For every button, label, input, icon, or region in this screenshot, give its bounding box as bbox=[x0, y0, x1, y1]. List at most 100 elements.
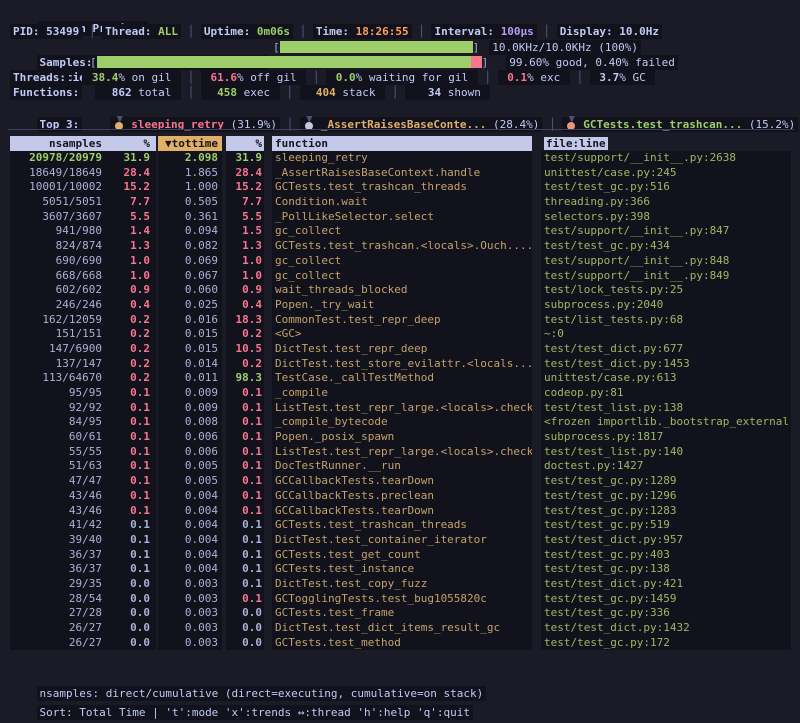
percent-cumulative-cell: 0.1 bbox=[226, 548, 264, 563]
info-bar: PID: 53499 │ Thread: ALL │ Uptime: 0m06s… bbox=[10, 24, 662, 39]
function-cell: GCTests.test_trashcan.<locals>.Ouch.... bbox=[272, 239, 532, 254]
function-cell: _AssertRaisesBaseContext.handle bbox=[272, 166, 532, 181]
file-line-cell: test/test_gc.py:172 bbox=[541, 636, 791, 651]
function-cell: TestCase._callTestMethod bbox=[272, 371, 532, 386]
table-row[interactable]: 60/610.10.0060.1Popen._posix_spawnsubpro… bbox=[0, 430, 800, 445]
function-cell: gc_collect bbox=[272, 254, 532, 269]
table-row[interactable]: 36/370.10.0040.1GCTests.test_instancetes… bbox=[0, 562, 800, 577]
table-row[interactable]: 51/630.10.0050.1DocTestRunner.__rundocte… bbox=[0, 459, 800, 474]
efficiency-line: Efficiency:[]99.60% good, 0.40% failed bbox=[10, 55, 796, 70]
table-row[interactable]: 92/920.10.0090.1ListTest.test_repr_large… bbox=[0, 401, 800, 416]
table-row[interactable]: 43/460.10.0040.1GCCallbackTests.preclean… bbox=[0, 489, 800, 504]
table-row[interactable]: 26/270.00.0030.0DictTest.test_dict_items… bbox=[0, 621, 800, 636]
nsamples-cell: 95/95 bbox=[10, 386, 106, 401]
file-line-cell: unittest/case.py:613 bbox=[541, 371, 791, 386]
nsamples-cell: 41/42 bbox=[10, 518, 106, 533]
table-row[interactable]: 3607/36075.50.3615.5_PollLikeSelector.se… bbox=[0, 210, 800, 225]
function-cell: GCCallbackTests.tearDown bbox=[272, 474, 532, 489]
table-row[interactable]: 55/550.10.0060.1ListTest.test_repr_large… bbox=[0, 445, 800, 460]
table-row[interactable]: 941/9801.40.0941.5gc_collecttest/support… bbox=[0, 224, 800, 239]
percent-direct-cell: 0.2 bbox=[106, 342, 156, 357]
info-segment: Display: 10.0Hz bbox=[557, 24, 662, 39]
table-row[interactable]: 84/950.10.0080.1_compile_bytecode<frozen… bbox=[0, 415, 800, 430]
nsamples-cell: 162/12059 bbox=[10, 313, 106, 328]
table-row[interactable]: 602/6020.90.0600.9wait_threads_blockedte… bbox=[0, 283, 800, 298]
function-cell: DictTest.test_dict_items_result_gc bbox=[272, 621, 532, 636]
function-cell: ListTest.test_repr_large.<locals>.check bbox=[272, 445, 532, 460]
table-row[interactable]: 47/470.10.0050.1GCCallbackTests.tearDown… bbox=[0, 474, 800, 489]
function-cell: _PollLikeSelector.select bbox=[272, 210, 532, 225]
function-cell: wait_threads_blocked bbox=[272, 283, 532, 298]
tottime-cell: 0.025 bbox=[158, 298, 222, 313]
table-row[interactable]: 113/646700.20.01198.3TestCase._callTestM… bbox=[0, 371, 800, 386]
function-cell: GCTogglingTests.test_bug1055820c bbox=[272, 592, 532, 607]
efficiency-bar-good bbox=[97, 56, 471, 68]
percent-direct-cell: 5.5 bbox=[106, 210, 156, 225]
table-row[interactable]: 246/2460.40.0250.4Popen._try_waitsubproc… bbox=[0, 298, 800, 313]
function-cell: _compile bbox=[272, 386, 532, 401]
nsamples-cell: 668/668 bbox=[10, 269, 106, 284]
file-line-cell: test/lock_tests.py:25 bbox=[541, 283, 791, 298]
table-row[interactable]: 5051/50517.70.5057.7Condition.waitthread… bbox=[0, 195, 800, 210]
tottime-cell: 0.015 bbox=[158, 327, 222, 342]
column-header-file-line[interactable]: file:line bbox=[541, 136, 791, 151]
table-row[interactable]: 28/540.00.0030.1GCTogglingTests.test_bug… bbox=[0, 592, 800, 607]
table-row[interactable]: 20978/2097931.92.09831.9sleeping_retryte… bbox=[0, 151, 800, 166]
info-segment: Uptime: 0m06s bbox=[201, 24, 293, 39]
tottime-cell: 0.004 bbox=[158, 518, 222, 533]
table-row[interactable]: 137/1470.20.0140.2DictTest.test_store_ev… bbox=[0, 357, 800, 372]
top3-line: Top 3:sleeping_retry (31.9%) │ _AssertRa… bbox=[10, 102, 798, 117]
function-cell: DocTestRunner.__run bbox=[272, 459, 532, 474]
table-row[interactable]: 690/6901.00.0691.0gc_collecttest/support… bbox=[0, 254, 800, 269]
function-stat: 404 stack bbox=[300, 85, 385, 100]
tottime-cell: 0.004 bbox=[158, 533, 222, 548]
percent-direct-cell: 0.1 bbox=[106, 548, 156, 563]
percent-cumulative-cell: 1.0 bbox=[226, 269, 264, 284]
nsamples-cell: 26/27 bbox=[10, 621, 106, 636]
tottime-cell: 0.014 bbox=[158, 357, 222, 372]
table-row[interactable]: 95/950.10.0090.1_compilecodeop.py:81 bbox=[0, 386, 800, 401]
file-line-cell: ~:0 bbox=[541, 327, 791, 342]
percent-direct-cell: 1.4 bbox=[106, 224, 156, 239]
function-cell: GCTests.test_frame bbox=[272, 606, 532, 621]
table-row[interactable]: 43/460.10.0040.1GCCallbackTests.tearDown… bbox=[0, 504, 800, 519]
percent-direct-cell: 7.7 bbox=[106, 195, 156, 210]
table-row[interactable]: 26/270.00.0030.0GCTests.test_methodtest/… bbox=[0, 636, 800, 651]
tottime-cell: 0.004 bbox=[158, 489, 222, 504]
percent-cumulative-cell: 0.1 bbox=[226, 489, 264, 504]
tottime-cell: 0.505 bbox=[158, 195, 222, 210]
table-row[interactable]: 29/350.00.0030.1DictTest.test_copy_fuzzt… bbox=[0, 577, 800, 592]
percent-cumulative-cell: 10.5 bbox=[226, 342, 264, 357]
table-row[interactable]: 824/8741.30.0821.3GCTests.test_trashcan.… bbox=[0, 239, 800, 254]
nsamples-cell: 39/40 bbox=[10, 533, 106, 548]
column-header-tottime-sorted[interactable]: ▼tottime bbox=[158, 136, 222, 151]
percent-direct-cell: 0.0 bbox=[106, 592, 156, 607]
table-row[interactable]: 10001/1000215.21.00015.2GCTests.test_tra… bbox=[0, 180, 800, 195]
tottime-cell: 0.003 bbox=[158, 592, 222, 607]
function-cell: DictTest.test_store_evilattr.<locals... bbox=[272, 357, 532, 372]
table-row[interactable]: 27/280.00.0030.0GCTests.test_frametest/t… bbox=[0, 606, 800, 621]
nsamples-cell: 92/92 bbox=[10, 401, 106, 416]
file-line-cell: test/test_gc.py:1296 bbox=[541, 489, 791, 504]
table-row[interactable]: 162/120590.20.01618.3CommonTest.test_rep… bbox=[0, 313, 800, 328]
percent-direct-cell: 1.0 bbox=[106, 254, 156, 269]
function-cell: GCCallbackTests.preclean bbox=[272, 489, 532, 504]
table-row[interactable]: 36/370.10.0040.1GCTests.test_get_countte… bbox=[0, 548, 800, 563]
column-header-percent-direct[interactable]: % bbox=[106, 136, 156, 151]
column-header-nsamples[interactable]: nsamples bbox=[10, 136, 106, 151]
table-row[interactable]: 41/420.10.0040.1GCTests.test_trashcan_th… bbox=[0, 518, 800, 533]
table-row[interactable]: 39/400.10.0040.1DictTest.test_container_… bbox=[0, 533, 800, 548]
percent-cumulative-cell: 0.1 bbox=[226, 504, 264, 519]
tottime-cell: 0.004 bbox=[158, 548, 222, 563]
nsamples-cell: 147/6900 bbox=[10, 342, 106, 357]
column-header-percent-cumulative[interactable]: % bbox=[226, 136, 264, 151]
percent-direct-cell: 0.0 bbox=[106, 606, 156, 621]
table-row[interactable]: 151/1510.20.0150.2<GC>~:0 bbox=[0, 327, 800, 342]
nsamples-cell: 36/37 bbox=[10, 548, 106, 563]
table-row[interactable]: 18649/1864928.41.86528.4_AssertRaisesBas… bbox=[0, 166, 800, 181]
table-row[interactable]: 668/6681.00.0671.0gc_collecttest/support… bbox=[0, 269, 800, 284]
table-row[interactable]: 147/69000.20.01510.5DictTest.test_repr_d… bbox=[0, 342, 800, 357]
nsamples-cell: 113/64670 bbox=[10, 371, 106, 386]
column-header-function[interactable]: function bbox=[272, 136, 532, 151]
title-line: Tachyon Profiler bbox=[10, 6, 148, 21]
